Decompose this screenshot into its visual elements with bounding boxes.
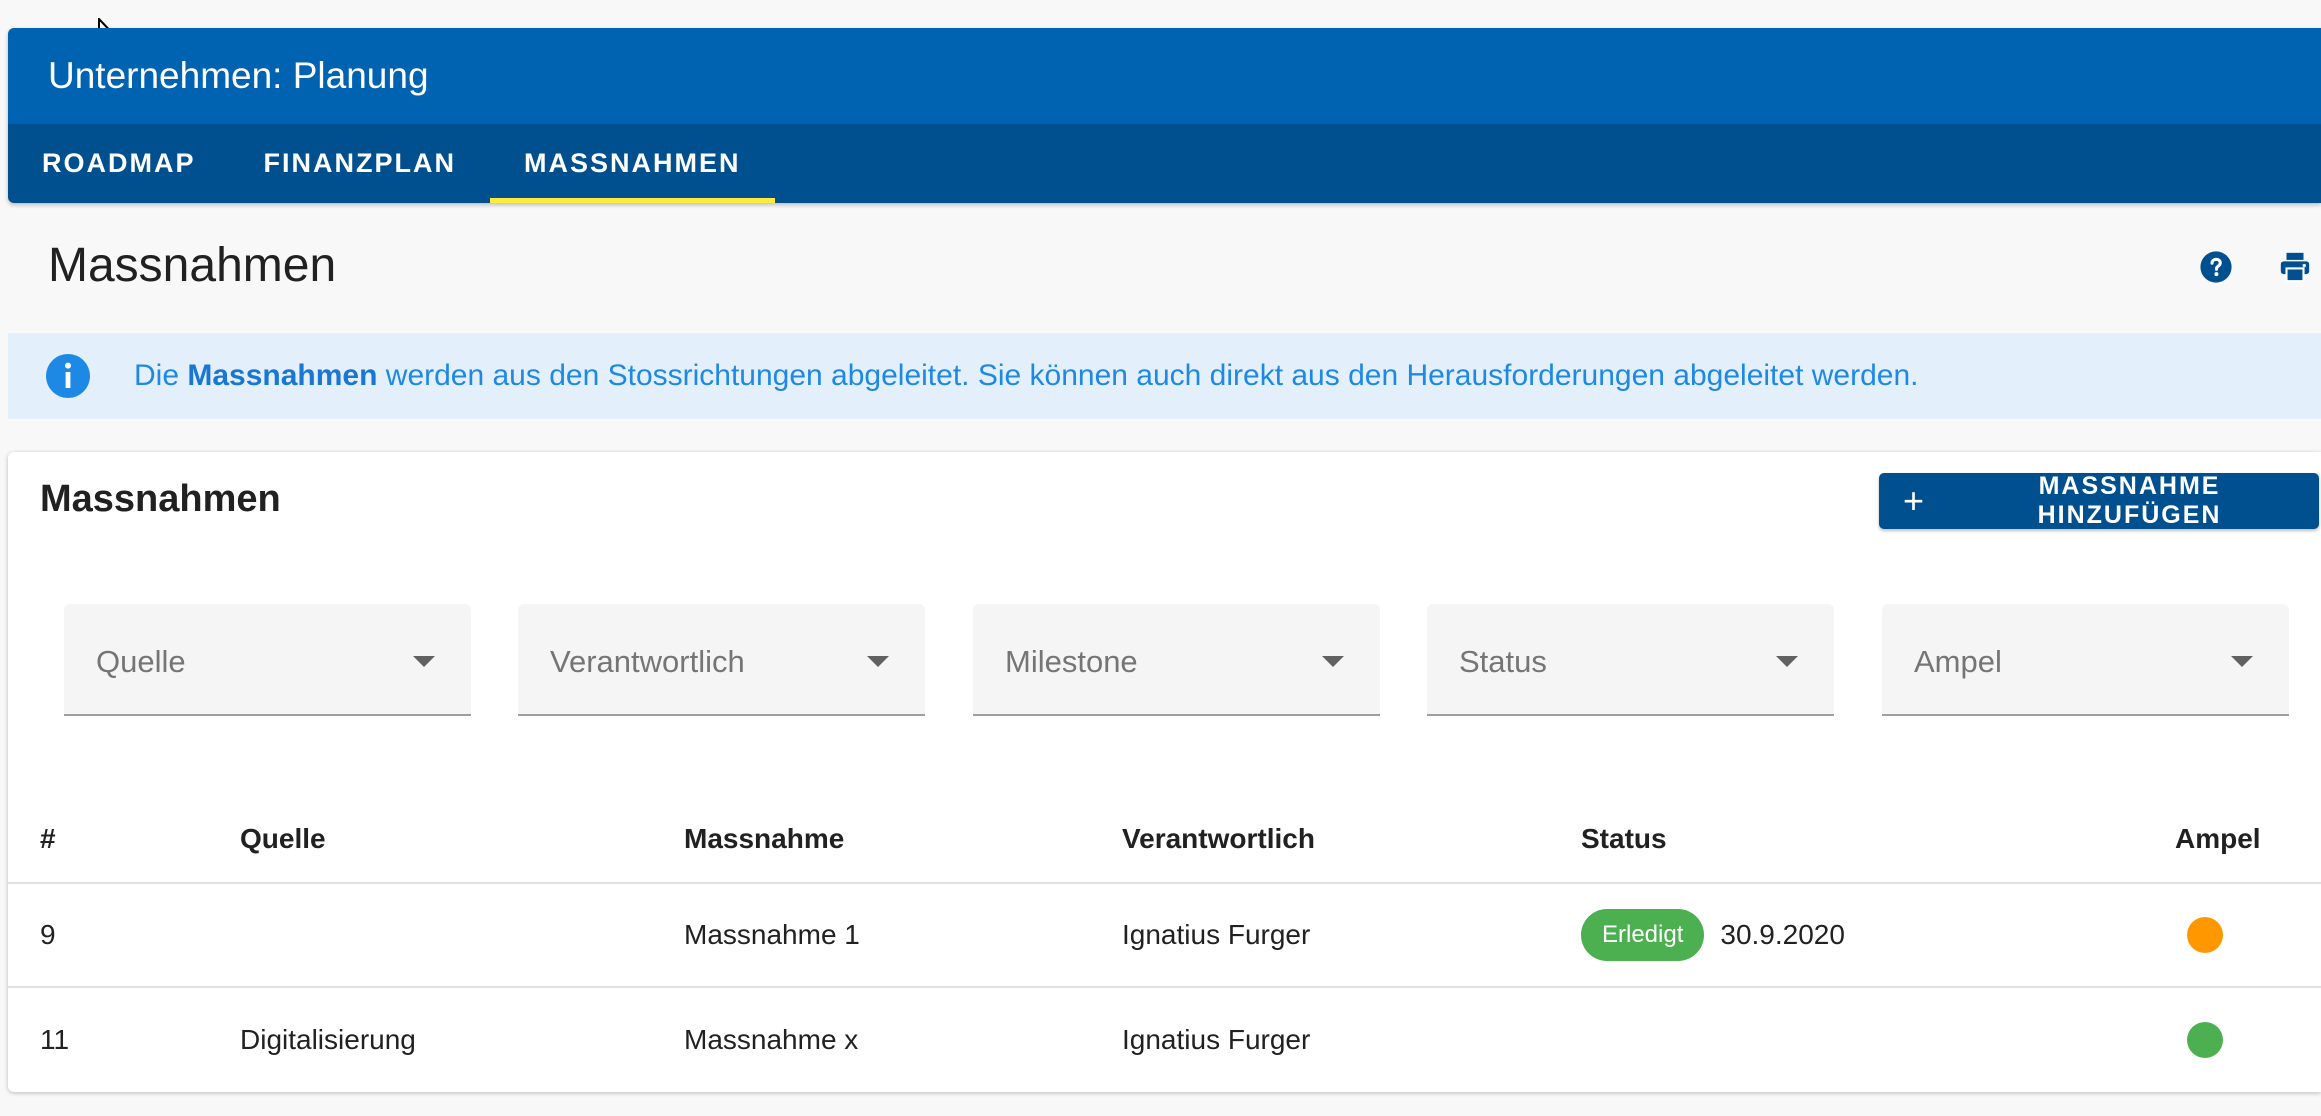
help-icon[interactable] — [2199, 250, 2233, 284]
filter-label: Ampel — [1914, 644, 2002, 679]
traffic-light-dot — [2187, 917, 2223, 953]
column-header-ampel[interactable]: Ampel — [2175, 796, 2261, 882]
cell-verantwortlich: Ignatius Furger — [1122, 1024, 1311, 1055]
table-row[interactable]: 9 Massnahme 1 Ignatius Furger Erledigt 3… — [8, 884, 2321, 988]
cell-ampel — [2175, 988, 2223, 1092]
status-date: 30.9.2020 — [1720, 919, 1845, 950]
massnahmen-table: # Quelle Massnahme Verantwortlich Status… — [8, 796, 2321, 1092]
filter-ampel[interactable]: Ampel — [1882, 604, 2289, 716]
column-header-verantwortlich[interactable]: Verantwortlich — [1122, 796, 1315, 882]
plus-icon: + — [1903, 480, 1927, 521]
tab-bar: ROADMAP FINANZPLAN MASSNAHMEN — [8, 124, 2321, 203]
filter-quelle[interactable]: Quelle — [64, 604, 471, 716]
filter-label: Verantwortlich — [550, 644, 745, 679]
column-header-quelle[interactable]: Quelle — [240, 796, 326, 882]
add-massnahme-button[interactable]: + MASSNAHME HINZUFÜGEN — [1879, 472, 2319, 529]
info-text: Die Massnahmen werden aus den Stossricht… — [134, 359, 1918, 393]
app-title: Unternehmen: Planung — [48, 55, 429, 96]
cell-massnahme: Massnahme x — [684, 1024, 859, 1055]
status-badge: Erledigt — [1581, 909, 1705, 961]
title-bar: Unternehmen: Planung — [8, 28, 2321, 124]
info-text-highlight: Massnahmen — [187, 359, 378, 392]
card-title: Massnahmen — [40, 478, 281, 520]
info-icon — [46, 354, 90, 398]
tab-massnahmen[interactable]: MASSNAHMEN — [489, 124, 775, 203]
filter-label: Milestone — [1005, 644, 1138, 679]
column-header-massnahme[interactable]: Massnahme — [684, 796, 844, 882]
info-text-prefix: Die — [134, 359, 188, 392]
chevron-down-icon — [1322, 656, 1344, 667]
cell-ampel — [2175, 884, 2223, 986]
app-header: Unternehmen: Planung ROADMAP FINANZPLAN … — [8, 28, 2321, 203]
tab-roadmap[interactable]: ROADMAP — [8, 124, 230, 203]
traffic-light-dot — [2187, 1022, 2223, 1058]
chevron-down-icon — [2231, 656, 2253, 667]
chevron-down-icon — [867, 656, 889, 667]
chevron-down-icon — [413, 656, 435, 667]
info-text-suffix: werden aus den Stossrichtungen abgeleite… — [377, 359, 1919, 392]
filter-verantwortlich[interactable]: Verantwortlich — [518, 604, 925, 716]
chevron-down-icon — [1776, 656, 1798, 667]
info-banner: Die Massnahmen werden aus den Stossricht… — [8, 333, 2321, 419]
table-header-row: # Quelle Massnahme Verantwortlich Status… — [8, 796, 2321, 884]
print-icon[interactable] — [2278, 250, 2312, 284]
filter-milestone[interactable]: Milestone — [973, 604, 1380, 716]
massnahmen-card: Massnahmen + MASSNAHME HINZUFÜGEN Quelle… — [8, 452, 2321, 1092]
cell-id: 9 — [40, 919, 56, 950]
column-header-status[interactable]: Status — [1581, 796, 1667, 882]
cell-verantwortlich: Ignatius Furger — [1122, 919, 1311, 950]
cell-id: 11 — [40, 1024, 70, 1055]
filter-status[interactable]: Status — [1427, 604, 1834, 716]
filter-label: Status — [1459, 644, 1547, 679]
cell-quelle: Digitalisierung — [240, 1024, 416, 1055]
page-title: Massnahmen — [48, 239, 337, 292]
filter-label: Quelle — [96, 644, 186, 679]
tab-finanzplan[interactable]: FINANZPLAN — [230, 124, 490, 203]
table-row[interactable]: 11 Digitalisierung Massnahme x Ignatius … — [8, 988, 2321, 1092]
cell-status: Erledigt 30.9.2020 — [1581, 884, 1845, 986]
add-massnahme-label: MASSNAHME HINZUFÜGEN — [2037, 472, 2222, 529]
column-header-id[interactable]: # — [40, 796, 56, 882]
cell-massnahme: Massnahme 1 — [684, 919, 860, 950]
